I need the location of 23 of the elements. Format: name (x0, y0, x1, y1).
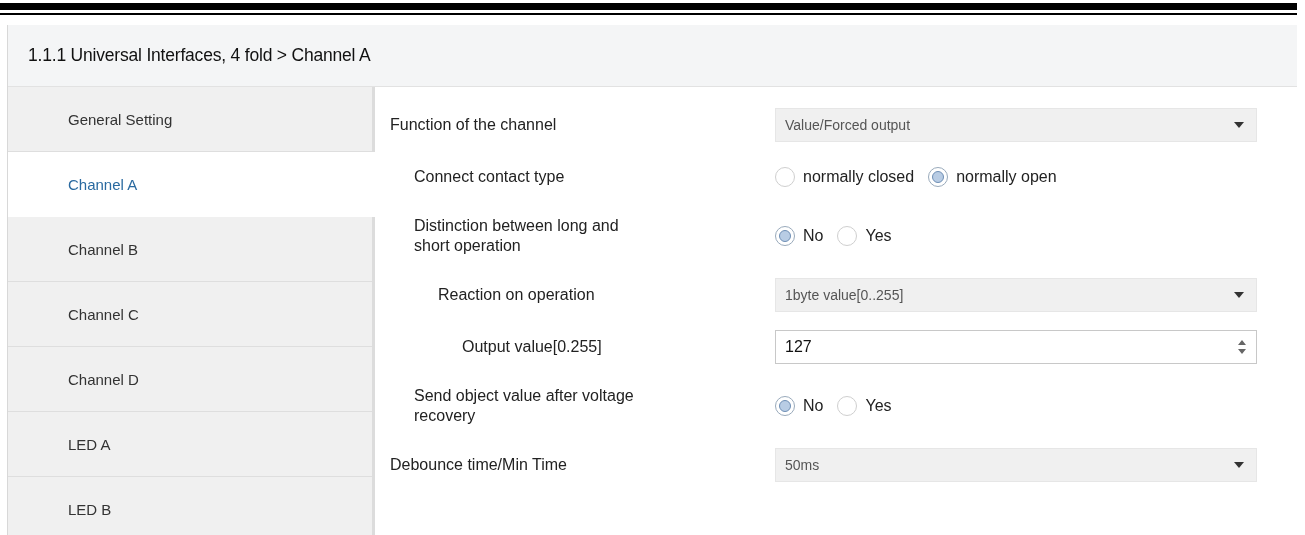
parameter-label: Distinction between long and short operation (414, 216, 620, 256)
dropdown[interactable]: Value/Forced output (775, 108, 1257, 142)
number-field[interactable]: 127 (775, 330, 1257, 364)
radio-option[interactable]: normally closed (775, 167, 915, 187)
sidebar-item[interactable]: Channel A (8, 152, 375, 217)
radio-option[interactable]: No (775, 226, 824, 246)
caret-icon (1234, 462, 1244, 468)
caret-icon (1234, 292, 1244, 298)
dropdown[interactable]: 1byte value[0..255] (775, 278, 1257, 312)
spinner-arrows-icon[interactable] (1238, 340, 1246, 354)
parameter-label: Send object value after voltage recovery (414, 386, 635, 426)
radio-option[interactable]: normally open (928, 167, 1057, 187)
dropdown[interactable]: 50ms (775, 448, 1257, 482)
radio-option[interactable]: No (775, 396, 824, 416)
parameter-label: Connect contact type (414, 167, 565, 187)
breadcrumb-title: 1.1.1 Universal Interfaces, 4 fold > Channel A (8, 25, 1297, 87)
radio-option[interactable]: Yes (837, 226, 892, 246)
radio-option[interactable]: Yes (837, 396, 892, 416)
caret-icon (1234, 122, 1244, 128)
parameter-label: Function of the channel (390, 115, 557, 135)
parameter-label: Reaction on operation (438, 285, 595, 305)
parameter-label: Output value[0.255] (462, 337, 602, 357)
parameter-label: Debounce time/Min Time (390, 455, 567, 475)
